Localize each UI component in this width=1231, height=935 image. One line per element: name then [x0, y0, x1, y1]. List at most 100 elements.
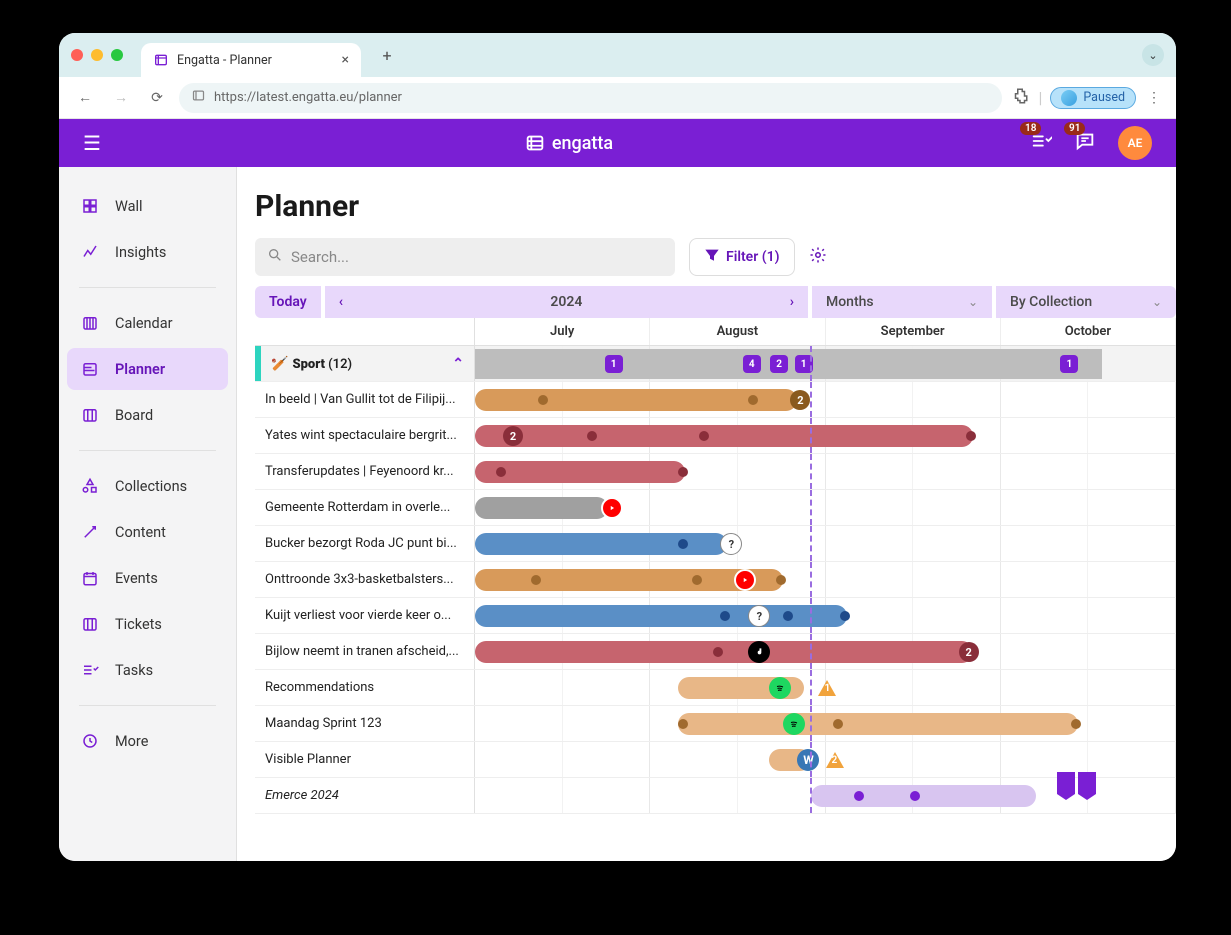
- back-button[interactable]: ←: [71, 84, 99, 112]
- tab-title: Engatta - Planner: [177, 53, 334, 68]
- gantt-row[interactable]: Maandag Sprint 123: [255, 706, 1176, 742]
- row-label: Transferupdates | Feyenoord kr...: [255, 454, 475, 489]
- minimize-window-button[interactable]: [91, 49, 103, 61]
- sidebar-item-events[interactable]: Events: [67, 557, 228, 599]
- search-icon: [267, 247, 283, 267]
- gantt-row[interactable]: Visible PlannerW2: [255, 742, 1176, 778]
- sidebar-item-collections[interactable]: Collections: [67, 465, 228, 507]
- gantt-row[interactable]: Bijlow neemt in tranen afscheid,... 2: [255, 634, 1176, 670]
- months-row: JulyAugustSeptemberOctober: [255, 318, 1176, 346]
- gantt-bar[interactable]: [678, 713, 1078, 735]
- header-right: 18 91 AE: [1030, 126, 1152, 160]
- tab-close-button[interactable]: ×: [342, 52, 349, 68]
- count-marker[interactable]: 4: [743, 355, 761, 373]
- sidebar-item-content[interactable]: Content: [67, 511, 228, 553]
- forward-button[interactable]: →: [107, 84, 135, 112]
- count-marker[interactable]: 1: [605, 355, 623, 373]
- tasks-icon[interactable]: 18: [1030, 130, 1052, 157]
- count-pill[interactable]: 2: [503, 426, 523, 446]
- browser-tab[interactable]: Engatta - Planner ×: [141, 43, 361, 77]
- gantt-bar[interactable]: [475, 425, 973, 447]
- gantt-bar[interactable]: [475, 461, 685, 483]
- sidebar-item-tasks[interactable]: Tasks: [67, 649, 228, 691]
- dot-marker: [496, 467, 506, 477]
- chat-icon[interactable]: 91: [1074, 130, 1096, 157]
- paused-badge[interactable]: Paused: [1050, 87, 1136, 109]
- year-label: 2024: [550, 294, 582, 310]
- extensions-icon[interactable]: [1010, 87, 1030, 109]
- app-header: ☰ engatta 18 91 AE: [59, 119, 1176, 167]
- search-input[interactable]: Search...: [255, 238, 675, 276]
- gantt-row[interactable]: In beeld | Van Gullit tot de Filipij...2: [255, 382, 1176, 418]
- maximize-window-button[interactable]: [111, 49, 123, 61]
- dot-marker: [833, 719, 843, 729]
- planner-icon: [79, 358, 101, 380]
- count-marker[interactable]: 1: [1060, 355, 1078, 373]
- insights-icon: [79, 241, 101, 263]
- url-bar[interactable]: https://latest.engatta.eu/planner: [179, 83, 1002, 113]
- menu-button[interactable]: ⋮: [1144, 90, 1164, 106]
- close-window-button[interactable]: [71, 49, 83, 61]
- today-button[interactable]: Today: [255, 286, 321, 318]
- tab-favicon-icon: [153, 52, 169, 68]
- group-select[interactable]: By Collection⌄: [996, 286, 1176, 318]
- main-panel: Planner Search... Filter (1) Today ‹ 202…: [237, 167, 1176, 861]
- row-label: Recommendations: [255, 670, 475, 705]
- site-info-icon[interactable]: [191, 88, 206, 107]
- gantt-row[interactable]: Recommendations 1: [255, 670, 1176, 706]
- board-icon: [79, 404, 101, 426]
- timeline-header: Today ‹ 2024 › Months⌄ By Collection⌄: [255, 286, 1176, 318]
- sidebar-item-calendar[interactable]: Calendar: [67, 302, 228, 344]
- warning-icon[interactable]: 2: [826, 752, 844, 768]
- gantt-bar[interactable]: [475, 533, 727, 555]
- sidebar-item-board[interactable]: Board: [67, 394, 228, 436]
- month-october: October: [1001, 318, 1176, 345]
- gantt-row[interactable]: Gemeente Rotterdam in overle...: [255, 490, 1176, 526]
- filter-button[interactable]: Filter (1): [689, 238, 795, 276]
- row-label: Bijlow neemt in tranen afscheid,...: [255, 634, 475, 669]
- settings-button[interactable]: [809, 246, 827, 269]
- gantt-row[interactable]: Bucker bezorgt Roda JC punt bi...?: [255, 526, 1176, 562]
- scale-select[interactable]: Months⌄: [812, 286, 992, 318]
- avatar[interactable]: AE: [1118, 126, 1152, 160]
- page-title: Planner: [255, 189, 1176, 224]
- tasks-icon: [79, 659, 101, 681]
- next-button[interactable]: ›: [790, 294, 794, 310]
- row-label: Visible Planner: [255, 742, 475, 777]
- new-tab-button[interactable]: +: [373, 41, 401, 69]
- row-label: Kuijt verliest voor vierde keer o...: [255, 598, 475, 633]
- gantt-area[interactable]: 🏏Sport (12)⌃14211In beeld | Van Gullit t…: [255, 346, 1176, 861]
- gantt-row[interactable]: Onttroonde 3x3-basketbalsters...: [255, 562, 1176, 598]
- gantt-row[interactable]: Transferupdates | Feyenoord kr...: [255, 454, 1176, 490]
- hamburger-button[interactable]: ☰: [83, 131, 107, 155]
- row-label: Onttroonde 3x3-basketbalsters...: [255, 562, 475, 597]
- prev-button[interactable]: ‹: [339, 294, 343, 310]
- gantt-row[interactable]: Emerce 2024: [255, 778, 1176, 814]
- calendar-icon: [79, 312, 101, 334]
- sidebar-item-planner[interactable]: Planner: [67, 348, 228, 390]
- reload-button[interactable]: ⟳: [143, 84, 171, 112]
- sidebar-item-insights[interactable]: Insights: [67, 231, 228, 273]
- row-label: Gemeente Rotterdam in overle...: [255, 490, 475, 525]
- gantt-bar[interactable]: [811, 785, 1035, 807]
- count-marker[interactable]: 2: [770, 355, 788, 373]
- milestone-marker[interactable]: [1057, 772, 1075, 794]
- collapse-icon[interactable]: ⌃: [452, 356, 464, 372]
- gantt-row[interactable]: Yates wint spectaculaire bergrit...2: [255, 418, 1176, 454]
- warning-icon[interactable]: 1: [818, 680, 836, 696]
- title-bar: Engatta - Planner × + ⌄: [59, 33, 1176, 77]
- gantt-row[interactable]: Kuijt verliest voor vierde keer o...?: [255, 598, 1176, 634]
- url-text: https://latest.engatta.eu/planner: [214, 90, 402, 105]
- browser-window: Engatta - Planner × + ⌄ ← → ⟳ https://la…: [59, 33, 1176, 861]
- sidebar-item-more[interactable]: More: [67, 720, 228, 762]
- milestone-marker[interactable]: [1078, 772, 1096, 794]
- filter-icon: [704, 247, 720, 267]
- sidebar-item-wall[interactable]: Wall: [67, 185, 228, 227]
- title-chevron-button[interactable]: ⌄: [1142, 44, 1164, 66]
- gantt-bar[interactable]: [475, 641, 973, 663]
- group-row-sport[interactable]: 🏏Sport (12)⌃14211: [255, 346, 1176, 382]
- gantt-bar[interactable]: [475, 497, 608, 519]
- sidebar-item-tickets[interactable]: Tickets: [67, 603, 228, 645]
- count-pill[interactable]: 2: [959, 642, 979, 662]
- row-label: Emerce 2024: [255, 778, 475, 813]
